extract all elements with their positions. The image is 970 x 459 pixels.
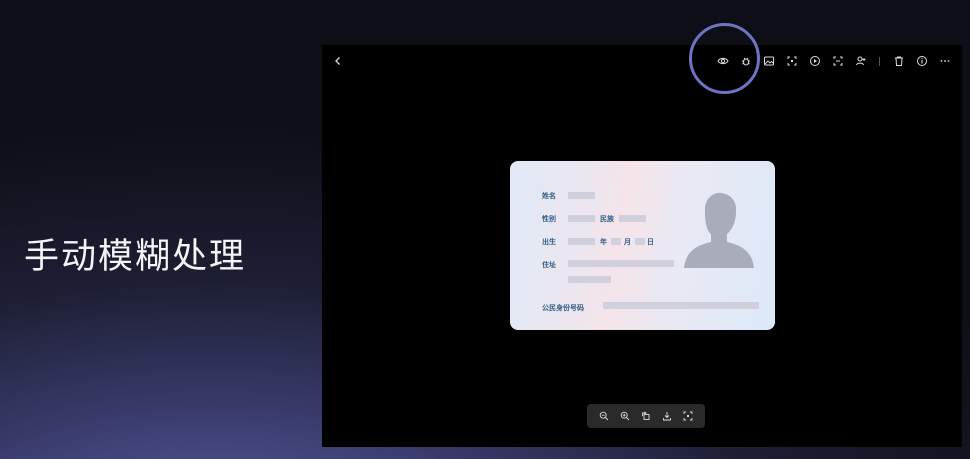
play-circle-icon — [809, 56, 820, 66]
fullscreen-button[interactable] — [680, 408, 696, 424]
screenshot-icon — [833, 56, 842, 66]
zoom-out-button[interactable] — [596, 408, 612, 424]
caption-heading: 手动模糊处理 — [24, 237, 247, 277]
birth-day-redacted — [635, 238, 645, 245]
more-icon — [940, 60, 949, 62]
year-label: 年 — [600, 238, 607, 246]
download-icon — [663, 412, 672, 421]
id-number-redacted — [603, 302, 759, 309]
name-redacted — [568, 192, 595, 199]
screenshot-button[interactable] — [826, 52, 849, 70]
birth-year-redacted — [568, 238, 595, 245]
birth-label: 出生 — [542, 238, 556, 246]
user-mosaic-icon — [855, 56, 865, 66]
image-icon — [763, 56, 774, 66]
ethnicity-redacted — [619, 215, 646, 222]
more-button[interactable] — [933, 52, 956, 70]
zoom-in-button[interactable] — [617, 408, 633, 424]
fullscreen-icon — [683, 411, 693, 421]
trash-icon — [894, 56, 903, 66]
rotate-button[interactable] — [638, 408, 654, 424]
month-label: 月 — [624, 238, 631, 246]
zoom-in-icon — [620, 411, 630, 421]
image-viewer: 姓名 性别 民族 出生 年 月 日 住址 公民身份号码 — [322, 45, 962, 447]
play-button[interactable] — [803, 52, 826, 70]
info-button[interactable] — [910, 52, 933, 70]
day-label: 日 — [647, 238, 654, 246]
birth-month-redacted — [611, 238, 621, 245]
scan-icon — [787, 56, 796, 66]
ethnicity-label: 民族 — [600, 215, 614, 223]
gender-label: 性别 — [542, 215, 556, 223]
name-label: 姓名 — [542, 192, 556, 200]
id-card-image: 姓名 性别 民族 出生 年 月 日 住址 公民身份号码 — [510, 161, 775, 330]
gender-redacted — [568, 215, 595, 222]
chevron-left-icon — [335, 57, 340, 65]
address-label: 住址 — [542, 261, 556, 269]
portrait-silhouette-icon — [684, 192, 754, 268]
image-button[interactable] — [757, 52, 780, 70]
download-button[interactable] — [659, 408, 675, 424]
id-number-label: 公民身份号码 — [542, 304, 584, 312]
scan-button[interactable] — [780, 52, 803, 70]
user-mosaic-button[interactable] — [849, 52, 872, 70]
highlight-ring — [689, 23, 760, 94]
rotate-icon — [642, 411, 650, 420]
zoom-out-icon — [599, 411, 608, 421]
delete-button[interactable] — [887, 52, 910, 70]
zoom-controls — [587, 404, 705, 428]
info-icon — [916, 56, 927, 66]
back-button[interactable] — [330, 53, 346, 69]
toolbar-divider — [879, 56, 880, 66]
address-redacted-line1 — [568, 260, 674, 267]
address-redacted-line2 — [568, 276, 611, 283]
